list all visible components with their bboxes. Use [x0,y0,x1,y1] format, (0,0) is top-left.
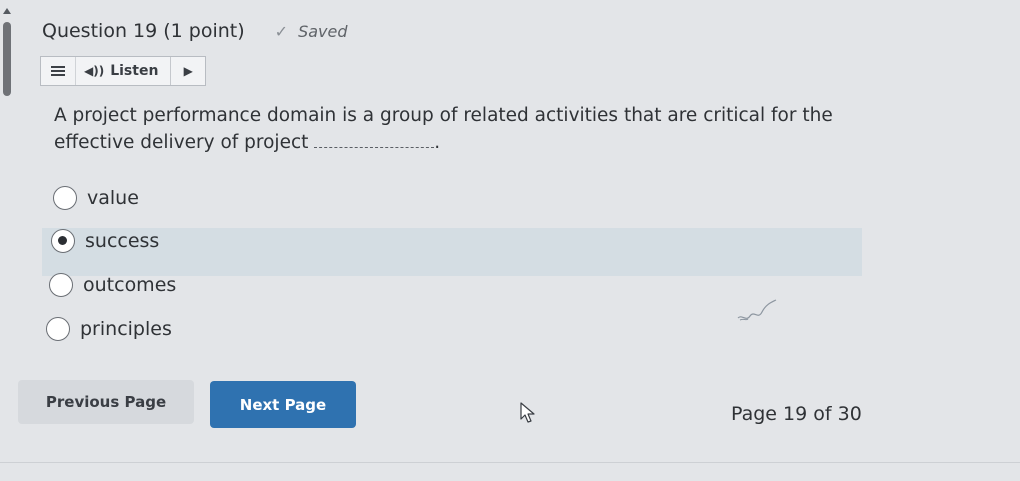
question-header: Question 19 (1 point) ✓ Saved [42,20,348,42]
vertical-scrollbar-thumb[interactable] [3,22,11,96]
divider [0,462,1020,463]
previous-page-button[interactable]: Previous Page [18,380,194,424]
speaker-icon: ◀)) [84,64,105,78]
answer-blank [314,131,435,148]
pen-scribble-mark [737,299,777,321]
checkmark-icon: ✓ [274,22,289,41]
radio-button[interactable] [46,317,70,341]
saved-status: ✓ Saved [275,22,348,41]
radio-button[interactable] [53,186,77,210]
option-value[interactable]: value [53,186,139,210]
option-outcomes[interactable]: outcomes [49,273,176,297]
saved-label: Saved [298,22,348,41]
listen-label: Listen [110,63,159,79]
option-principles[interactable]: principles [46,317,172,341]
listen-menu-button[interactable] [41,57,76,85]
selected-option-highlight [42,228,862,276]
question-title: Question 19 (1 point) [42,20,245,42]
option-success[interactable]: success [51,229,159,253]
hamburger-menu-icon [51,66,65,76]
page-indicator: Page 19 of 30 [731,403,862,425]
listen-button[interactable]: ◀)) Listen [76,57,172,85]
scroll-up-arrow-icon[interactable] [3,8,11,14]
mouse-pointer-icon [520,402,535,423]
play-icon: ▶ [183,64,193,78]
question-text: A project performance domain is a group … [54,105,833,153]
play-button[interactable]: ▶ [171,57,205,85]
option-label: success [85,230,160,252]
option-label: outcomes [83,274,177,296]
radio-button[interactable] [49,273,73,297]
next-page-button[interactable]: Next Page [210,381,356,428]
listen-toolbar: ◀)) Listen ▶ [40,56,206,86]
radio-button-selected[interactable] [51,229,75,253]
option-label: value [87,187,139,209]
option-label: principles [80,318,172,340]
